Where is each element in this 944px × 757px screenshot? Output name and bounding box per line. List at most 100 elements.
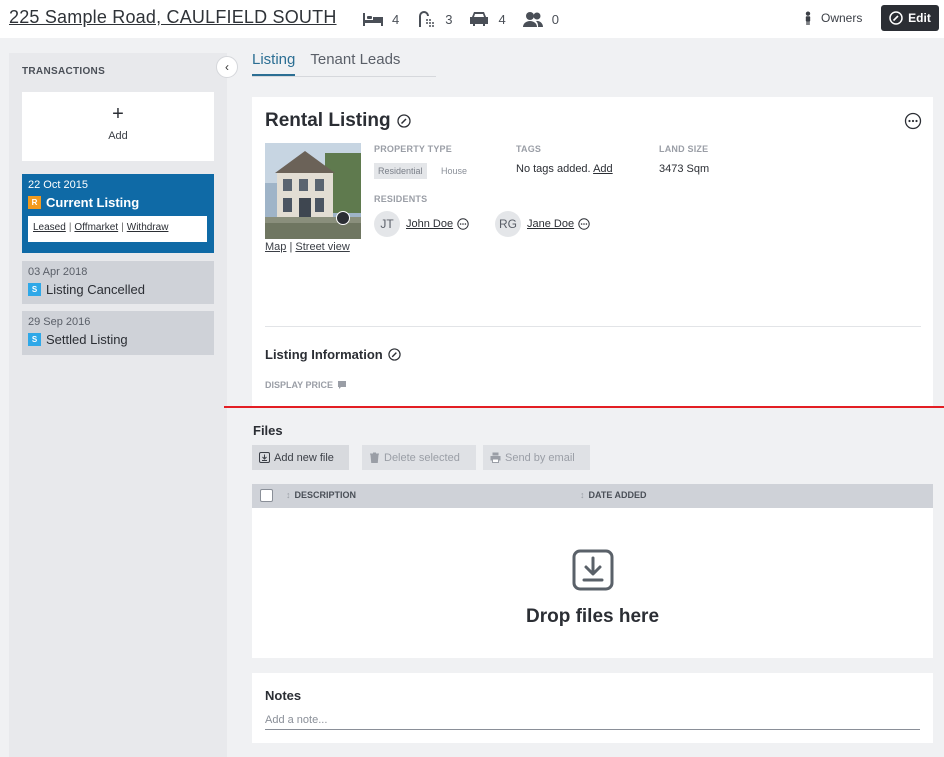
notes-card: Notes <box>252 673 933 743</box>
display-price-label: DISPLAY PRICE <box>265 380 347 390</box>
listing-card: Rental Listing Map | Street view PROPERT… <box>252 97 933 407</box>
edit-icon <box>889 11 903 25</box>
property-type-chip: Residential <box>374 163 427 179</box>
listing-title-text: Rental Listing <box>265 110 391 131</box>
street-view-link[interactable]: Street view <box>295 241 349 253</box>
transaction-date: 29 Sep 2016 <box>28 316 91 328</box>
upload-icon <box>259 452 270 463</box>
add-label: Add <box>108 130 128 142</box>
chevron-left-icon: ‹ <box>225 60 229 74</box>
owners-label: Owners <box>821 11 863 25</box>
transaction-date: 03 Apr 2018 <box>28 266 88 278</box>
avatar: RG <box>495 211 521 237</box>
edit-button[interactable]: Edit <box>881 5 939 31</box>
shower-icon <box>419 11 435 27</box>
tags-value: No tags added. Add <box>516 163 613 175</box>
property-photo[interactable] <box>265 143 361 239</box>
sidebar-title: TRANSACTIONS <box>22 66 106 77</box>
transaction-title: S Listing Cancelled <box>28 282 208 297</box>
transaction-date: 22 Oct 2015 <box>28 179 88 191</box>
tags-label: TAGS <box>516 144 542 154</box>
delete-selected-button[interactable]: Delete selected <box>362 445 476 470</box>
note-input[interactable] <box>265 711 920 730</box>
send-by-email-label: Send by email <box>505 451 575 464</box>
edit-icon[interactable] <box>388 348 401 361</box>
more-options-icon[interactable] <box>904 112 922 130</box>
transaction-title-text: Listing Cancelled <box>46 282 146 297</box>
bathrooms-stat: 3 <box>415 10 452 28</box>
transaction-current-listing[interactable]: 22 Oct 2015 R Current Listing Leased | Off… <box>22 174 214 253</box>
bedrooms-stat: 4 <box>362 10 399 28</box>
comment-icon <box>338 381 347 389</box>
bathrooms-count: 3 <box>445 11 453 27</box>
drop-files-text: Drop files here <box>525 606 660 627</box>
resident-item: RG Jane Doe <box>495 211 590 237</box>
parking-count: 4 <box>498 11 506 27</box>
people-count: 0 <box>551 11 559 27</box>
tab-bar: Listing Tenant Leads <box>252 50 436 77</box>
property-type-label: PROPERTY TYPE <box>374 144 452 154</box>
property-address[interactable]: 225 Sample Road, CAULFIELD SOUTH <box>9 7 337 28</box>
sort-icon: ↕ <box>286 490 291 500</box>
send-by-email-button[interactable]: Send by email <box>483 445 590 470</box>
plus-icon: + <box>112 103 124 125</box>
more-options-icon[interactable] <box>457 218 469 230</box>
add-new-file-button[interactable]: Add new file <box>252 445 349 470</box>
trash-icon <box>370 452 379 463</box>
resident-name-link[interactable]: John Doe <box>406 218 453 230</box>
people-icon <box>522 12 543 27</box>
transaction-title: R Current Listing <box>28 195 208 210</box>
download-icon <box>572 549 614 591</box>
car-icon <box>470 12 489 26</box>
map-links: Map | Street view <box>265 241 350 253</box>
delete-selected-label: Delete selected <box>384 451 460 464</box>
transaction-actions: Leased | Offmarket | Withdraw <box>28 216 207 242</box>
top-bar: 225 Sample Road, CAULFIELD SOUTH 4 3 4 0… <box>0 0 944 38</box>
edit-icon[interactable] <box>396 114 411 128</box>
divider <box>265 326 921 327</box>
display-price-text: DISPLAY PRICE <box>265 380 334 390</box>
description-column-header[interactable]: ↕ DESCRIPTION <box>286 490 356 500</box>
transaction-settled-listing[interactable]: 29 Sep 2016 S Settled Listing <box>22 311 214 355</box>
add-new-file-label: Add new file <box>274 451 334 464</box>
listing-information-title: Listing Information <box>265 347 401 362</box>
transaction-title-text: Current Listing <box>46 195 140 210</box>
photo-edit-icon[interactable] <box>336 211 350 225</box>
file-drop-zone[interactable]: Drop files here <box>252 508 933 658</box>
rental-badge: R <box>28 196 41 209</box>
owners-link[interactable]: Owners <box>803 11 862 25</box>
transaction-listing-cancelled[interactable]: 03 Apr 2018 S Listing Cancelled <box>22 261 214 304</box>
transactions-sidebar: TRANSACTIONS ‹ + Add 22 Oct 2015 R Curre… <box>9 53 238 757</box>
add-tag-link[interactable]: Add <box>593 163 613 175</box>
tags-empty-text: No tags added. <box>516 163 591 175</box>
offmarket-link[interactable]: Offmarket <box>74 222 118 233</box>
tab-tenant-leads[interactable]: Tenant Leads <box>310 50 400 76</box>
date-added-column-header[interactable]: ↕ DATE ADDED <box>580 490 647 500</box>
withdraw-link[interactable]: Withdraw <box>127 222 169 233</box>
bedrooms-count: 4 <box>392 11 400 27</box>
date-added-column-label: DATE ADDED <box>588 490 647 500</box>
notes-title: Notes <box>265 688 302 703</box>
land-size-value: 3473 Sqm <box>659 163 710 175</box>
parking-stat: 4 <box>468 10 506 28</box>
description-column-label: DESCRIPTION <box>294 490 357 500</box>
leased-link[interactable]: Leased <box>33 222 66 233</box>
people-stat: 0 <box>522 10 559 28</box>
property-stats: 4 3 4 0 <box>362 10 575 28</box>
sale-badge: S <box>28 283 41 296</box>
files-table-header: ↕ DESCRIPTION ↕ DATE ADDED <box>252 484 933 508</box>
transaction-title: S Settled Listing <box>28 332 208 347</box>
more-options-icon[interactable] <box>578 218 590 230</box>
resident-name-link[interactable]: Jane Doe <box>527 218 574 230</box>
select-all-checkbox[interactable] <box>260 489 273 502</box>
listing-title: Rental Listing <box>265 110 411 132</box>
tab-listing[interactable]: Listing <box>252 50 296 76</box>
avatar: JT <box>374 211 400 237</box>
land-size-label: LAND SIZE <box>659 144 709 154</box>
add-transaction-button[interactable]: + Add <box>22 92 214 161</box>
listing-information-text: Listing Information <box>265 347 383 362</box>
bed-icon <box>363 13 383 26</box>
residents-label: RESIDENTS <box>374 194 428 204</box>
map-link[interactable]: Map <box>265 241 286 253</box>
collapse-sidebar-button[interactable]: ‹ <box>216 56 238 78</box>
